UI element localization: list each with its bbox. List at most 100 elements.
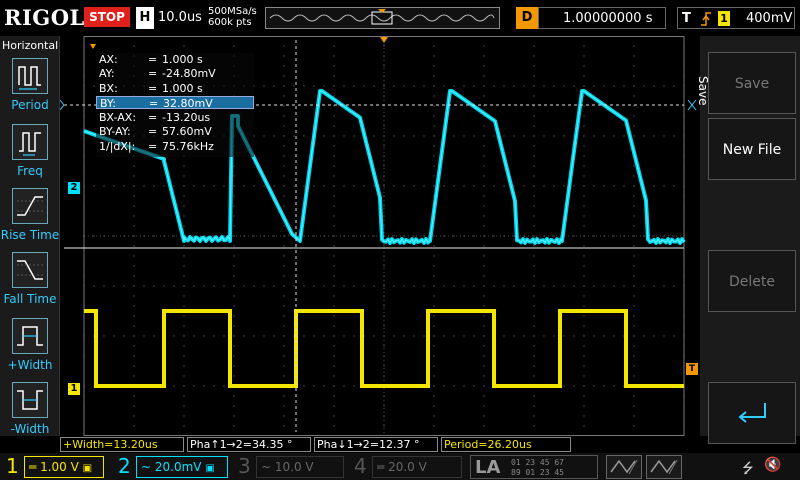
- waveform-generator-icon: [650, 459, 678, 475]
- negative-width-icon: [12, 382, 48, 418]
- cursor-row-bx-ax: BX-AX: = -13.20us: [96, 111, 254, 124]
- measure-frequency-item[interactable]: Freq: [0, 124, 60, 186]
- fall-time-icon: [12, 252, 48, 288]
- cursor-row-bx: BX: = 1.000 s: [96, 82, 254, 95]
- sample-rate: 500MSa/s: [208, 6, 257, 17]
- cursor-key: BY-AY:: [99, 125, 131, 138]
- trigger-source-badge: 1: [718, 11, 730, 26]
- measurement-text: Pha↓1→2=12.37 °: [317, 438, 420, 451]
- measure-period-item[interactable]: Period: [0, 58, 60, 120]
- enter-button[interactable]: [708, 382, 796, 444]
- measurement-phase-falling[interactable]: Pha↓1→2=12.37 °: [314, 437, 438, 452]
- top-status-bar: RIGOL STOP H 10.0us 500MSa/s 600k pts D …: [0, 0, 800, 36]
- channel-2-scale: 20.0mV: [154, 460, 202, 474]
- channel-1-bandwidth-icon: ▣: [82, 463, 93, 474]
- cursor-equals: =: [148, 82, 158, 95]
- cursor-row-inverse-dx: 1/|dX|: = 75.76kHz: [96, 140, 254, 153]
- cursor-value: 75.76kHz: [162, 140, 214, 153]
- measurement-bar: +Width=13.20us Pha↑1→2=34.35 ° Pha↓1→2=1…: [60, 436, 700, 453]
- cursor-equals: =: [148, 140, 158, 153]
- measure-frequency-label: Freq: [17, 164, 43, 178]
- measurement-text: Period=26.20us: [444, 438, 532, 451]
- trigger-delay-label: D: [516, 7, 538, 29]
- timebase-label: H: [136, 7, 154, 29]
- channel-3-number[interactable]: 3: [238, 453, 251, 480]
- cursor-equals: =: [149, 97, 159, 110]
- measure-negative-width-item[interactable]: -Width: [0, 382, 60, 444]
- cursor-row-ax: AX: = 1.000 s: [96, 53, 254, 66]
- channel-2-offset-marker[interactable]: 2: [68, 182, 80, 194]
- measure-negative-width-label: -Width: [10, 422, 50, 436]
- cursor-key: AY:: [99, 67, 115, 80]
- channel-2-settings[interactable]: ~ 20.0mV ▣: [136, 456, 228, 478]
- positive-width-icon: [12, 318, 48, 354]
- save-menu-panel: Save Save New File Delete: [696, 36, 800, 444]
- new-file-button[interactable]: New File: [708, 118, 796, 180]
- measure-positive-width-label: +Width: [7, 358, 53, 372]
- channel-1-number[interactable]: 1: [6, 453, 19, 480]
- ac-coupling-icon: ~: [261, 460, 272, 474]
- measure-positive-width-item[interactable]: +Width: [0, 318, 60, 380]
- measurement-text: +Width=13.20us: [63, 438, 158, 451]
- waveform-generator-icon: [610, 459, 638, 475]
- cursor-key: BX-AX:: [99, 111, 137, 124]
- channel-2-bandwidth-icon: ▣: [205, 463, 215, 474]
- measure-fall-time-item[interactable]: Fall Time: [0, 252, 60, 314]
- rising-edge-icon: [701, 12, 711, 26]
- save-button[interactable]: Save: [708, 52, 796, 114]
- measure-rise-time-item[interactable]: Rise Time: [0, 188, 60, 250]
- waveform-display[interactable]: 2 1 T AX: = 1.000 s AY: = -24.80mV BX: = 1.000…: [60, 36, 700, 436]
- cursor-b-right-indicator: [687, 99, 697, 111]
- trigger-delay-box[interactable]: 1.00000000 s: [538, 7, 666, 29]
- source-channel-button-1[interactable]: [606, 455, 642, 479]
- trigger-position-marker[interactable]: [380, 37, 388, 43]
- run-stop-status[interactable]: STOP: [84, 7, 130, 27]
- logic-analyzer-status[interactable]: LA 01 23 45 67 89 01 23 45: [470, 455, 598, 479]
- cursor-value: -13.20us: [162, 111, 211, 124]
- usb-icon: ⭍: [742, 461, 754, 477]
- channel-1-offset-marker[interactable]: 1: [68, 383, 80, 395]
- source-channel-button-2[interactable]: [646, 455, 682, 479]
- la-channel-grid: 01 23 45 67 89 01 23 45: [511, 458, 564, 478]
- channel-2-number[interactable]: 2: [118, 453, 131, 480]
- cursor-b-left-indicator: [60, 99, 65, 111]
- channel-4-number[interactable]: 4: [354, 453, 367, 480]
- measure-period-label: Period: [11, 98, 49, 112]
- horizontal-measure-panel: Horizontal Period Freq Rise Time Fall Ti…: [0, 36, 60, 436]
- memory-depth: 600k pts: [208, 17, 252, 28]
- dc-coupling-icon: ═: [29, 460, 37, 474]
- measurement-phase-rising[interactable]: Pha↑1→2=34.35 °: [187, 437, 311, 452]
- cursor-row-by: BY: = 32.80mV: [96, 96, 254, 110]
- measurement-text: Pha↑1→2=34.35 °: [190, 438, 293, 451]
- trigger-settings-box[interactable]: T 1 400mV: [677, 7, 795, 29]
- delete-button[interactable]: Delete: [708, 250, 796, 312]
- cursor-row-ay: AY: = -24.80mV: [96, 67, 254, 80]
- cursor-value: 32.80mV: [163, 97, 213, 110]
- channel-4-settings[interactable]: ═ 20.0 V: [372, 456, 462, 478]
- memory-position-bar[interactable]: [265, 7, 500, 29]
- speaker-muted-icon[interactable]: 🔇: [764, 457, 781, 473]
- channel-3-scale: 10.0 V: [274, 460, 314, 474]
- la-row-1: 01 23 45 67: [511, 458, 564, 467]
- cursor-equals: =: [148, 53, 158, 66]
- timebase-value[interactable]: 10.0us: [158, 10, 202, 25]
- trigger-level-marker[interactable]: T: [686, 363, 698, 375]
- period-icon: [12, 58, 48, 94]
- cursor-equals: =: [148, 111, 158, 124]
- la-label: LA: [475, 457, 501, 478]
- cursor-key: AX:: [99, 53, 118, 66]
- channel-3-settings[interactable]: ~ 10.0 V: [256, 456, 344, 478]
- channel-4-scale: 20.0 V: [388, 460, 427, 474]
- memory-waveform-preview: [269, 9, 495, 25]
- cursor-key: 1/|dX|:: [99, 140, 136, 153]
- measurement-positive-width[interactable]: +Width=13.20us: [60, 437, 184, 452]
- cursor-key: BX:: [99, 82, 118, 95]
- cursor-row-by-ay: BY-AY: = 57.60mV: [96, 125, 254, 138]
- channel-1-settings[interactable]: ═ 1.00 V ▣: [24, 456, 104, 478]
- ac-coupling-icon: ~: [141, 460, 152, 474]
- rigol-logo: RIGOL: [4, 5, 85, 30]
- rise-time-icon: [12, 188, 48, 224]
- measurement-period[interactable]: Period=26.20us: [441, 437, 571, 452]
- dc-coupling-icon: ═: [377, 460, 385, 474]
- cursor-value: 57.60mV: [162, 125, 212, 138]
